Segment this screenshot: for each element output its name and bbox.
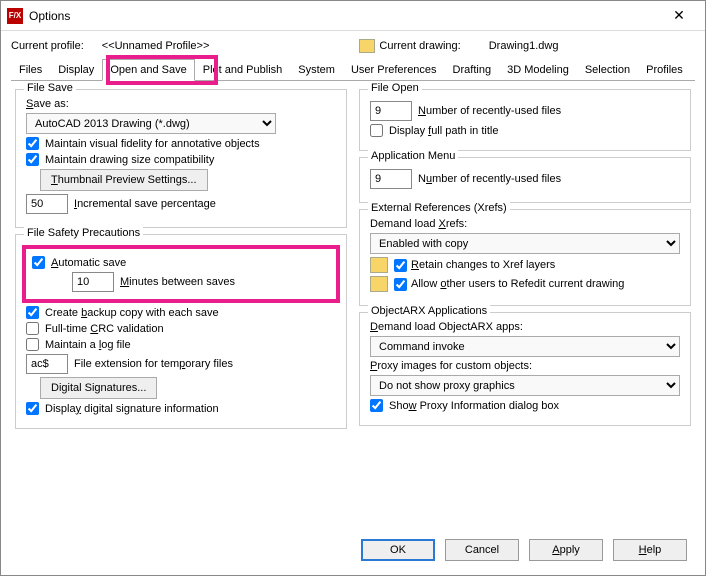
retain-xref-checkbox[interactable]: Retain changes to Xref layers	[394, 259, 555, 272]
proxy-images-label: Proxy images for custom objects:	[370, 360, 680, 372]
allow-refedit-checkbox[interactable]: Allow other users to Refedit current dra…	[394, 278, 624, 291]
demand-xrefs-label: Demand load Xrefs:	[370, 218, 680, 230]
file-safety-group: File Safety Precautions Automatic save M…	[15, 234, 347, 429]
tab-profiles[interactable]: Profiles	[638, 59, 691, 80]
profile-row: Current profile: <<Unnamed Profile>> Cur…	[11, 35, 695, 57]
app-icon: F/X	[7, 8, 23, 24]
xref-icon	[370, 276, 388, 292]
tab-selection[interactable]: Selection	[577, 59, 638, 80]
current-profile-value: <<Unnamed Profile>>	[102, 40, 210, 52]
help-button[interactable]: Help	[613, 539, 687, 561]
window-title: Options	[29, 9, 659, 23]
demand-arx-label: Demand load ObjectARX apps:	[370, 321, 680, 333]
tab-user-prefs[interactable]: User Preferences	[343, 59, 445, 80]
file-safety-title: File Safety Precautions	[24, 227, 143, 239]
maintain-size-checkbox[interactable]: Maintain drawing size compatibility	[26, 153, 336, 166]
minutes-input[interactable]	[72, 272, 114, 292]
xref-icon	[370, 257, 388, 273]
incremental-save-input[interactable]	[26, 194, 68, 214]
titlebar: F/X Options ✕	[1, 1, 705, 31]
tab-display[interactable]: Display	[50, 59, 102, 80]
thumbnail-preview-button[interactable]: Thumbnail Preview Settings...	[40, 169, 208, 191]
highlight-autosave: Automatic save Minutes between saves	[22, 245, 340, 303]
footer: OK Cancel Apply Help	[1, 531, 705, 575]
tab-system[interactable]: System	[290, 59, 343, 80]
current-profile-label: Current profile:	[11, 40, 84, 52]
app-menu-recent-input[interactable]	[370, 169, 412, 189]
apply-button[interactable]: Apply	[529, 539, 603, 561]
file-open-recent-label: Number of recently-used files	[418, 105, 561, 117]
close-icon[interactable]: ✕	[659, 2, 699, 30]
file-save-group: File Save Save as: AutoCAD 2013 Drawing …	[15, 89, 347, 228]
objectarx-group: ObjectARX Applications Demand load Objec…	[359, 312, 691, 426]
temp-ext-label: File extension for temporary files	[74, 358, 233, 370]
xrefs-group: External References (Xrefs) Demand load …	[359, 209, 691, 306]
tab-open-and-save[interactable]: Open and Save	[102, 59, 194, 81]
log-checkbox[interactable]: Maintain a log file	[26, 338, 336, 351]
automatic-save-checkbox[interactable]: Automatic save	[32, 256, 330, 269]
tab-drafting[interactable]: Drafting	[445, 59, 500, 80]
save-as-select[interactable]: AutoCAD 2013 Drawing (*.dwg)	[26, 113, 276, 134]
proxy-images-select[interactable]: Do not show proxy graphics	[370, 375, 680, 396]
ok-button[interactable]: OK	[361, 539, 435, 561]
file-open-title: File Open	[368, 82, 422, 94]
show-proxy-checkbox[interactable]: Show Proxy Information dialog box	[370, 399, 680, 412]
tab-plot-publish[interactable]: Plot and Publish	[195, 59, 291, 80]
app-menu-title: Application Menu	[368, 150, 458, 162]
save-as-label: Save as:	[26, 98, 336, 110]
current-drawing-value: Drawing1.dwg	[489, 40, 559, 52]
file-open-recent-input[interactable]	[370, 101, 412, 121]
objectarx-title: ObjectARX Applications	[368, 305, 490, 317]
temp-ext-input[interactable]	[26, 354, 68, 374]
maintain-visual-checkbox[interactable]: Maintain visual fidelity for annotative …	[26, 137, 336, 150]
demand-arx-select[interactable]: Command invoke	[370, 336, 680, 357]
file-save-title: File Save	[24, 82, 76, 94]
crc-checkbox[interactable]: Full-time CRC validation	[26, 322, 336, 335]
current-drawing-label: Current drawing:	[379, 40, 460, 52]
incremental-save-label: Incremental save percentage	[74, 198, 216, 210]
cancel-button[interactable]: Cancel	[445, 539, 519, 561]
tab-files[interactable]: Files	[11, 59, 50, 80]
options-dialog: F/X Options ✕ Current profile: <<Unnamed…	[0, 0, 706, 576]
create-backup-checkbox[interactable]: Create backup copy with each save	[26, 306, 336, 319]
drawing-icon	[359, 39, 375, 53]
app-menu-group: Application Menu Number of recently-used…	[359, 157, 691, 203]
app-menu-recent-label: Number of recently-used files	[418, 173, 561, 185]
tabs: Files Display Open and Save Plot and Pub…	[11, 59, 695, 81]
demand-xrefs-select[interactable]: Enabled with copy	[370, 233, 680, 254]
xrefs-title: External References (Xrefs)	[368, 202, 510, 214]
digital-signatures-button[interactable]: Digital Signatures...	[40, 377, 157, 399]
full-path-checkbox[interactable]: Display full path in title	[370, 124, 680, 137]
minutes-label: Minutes between saves	[120, 276, 235, 288]
tab-3d-modeling[interactable]: 3D Modeling	[499, 59, 577, 80]
file-open-group: File Open Number of recently-used files …	[359, 89, 691, 151]
display-signature-checkbox[interactable]: Display digital signature information	[26, 402, 336, 415]
